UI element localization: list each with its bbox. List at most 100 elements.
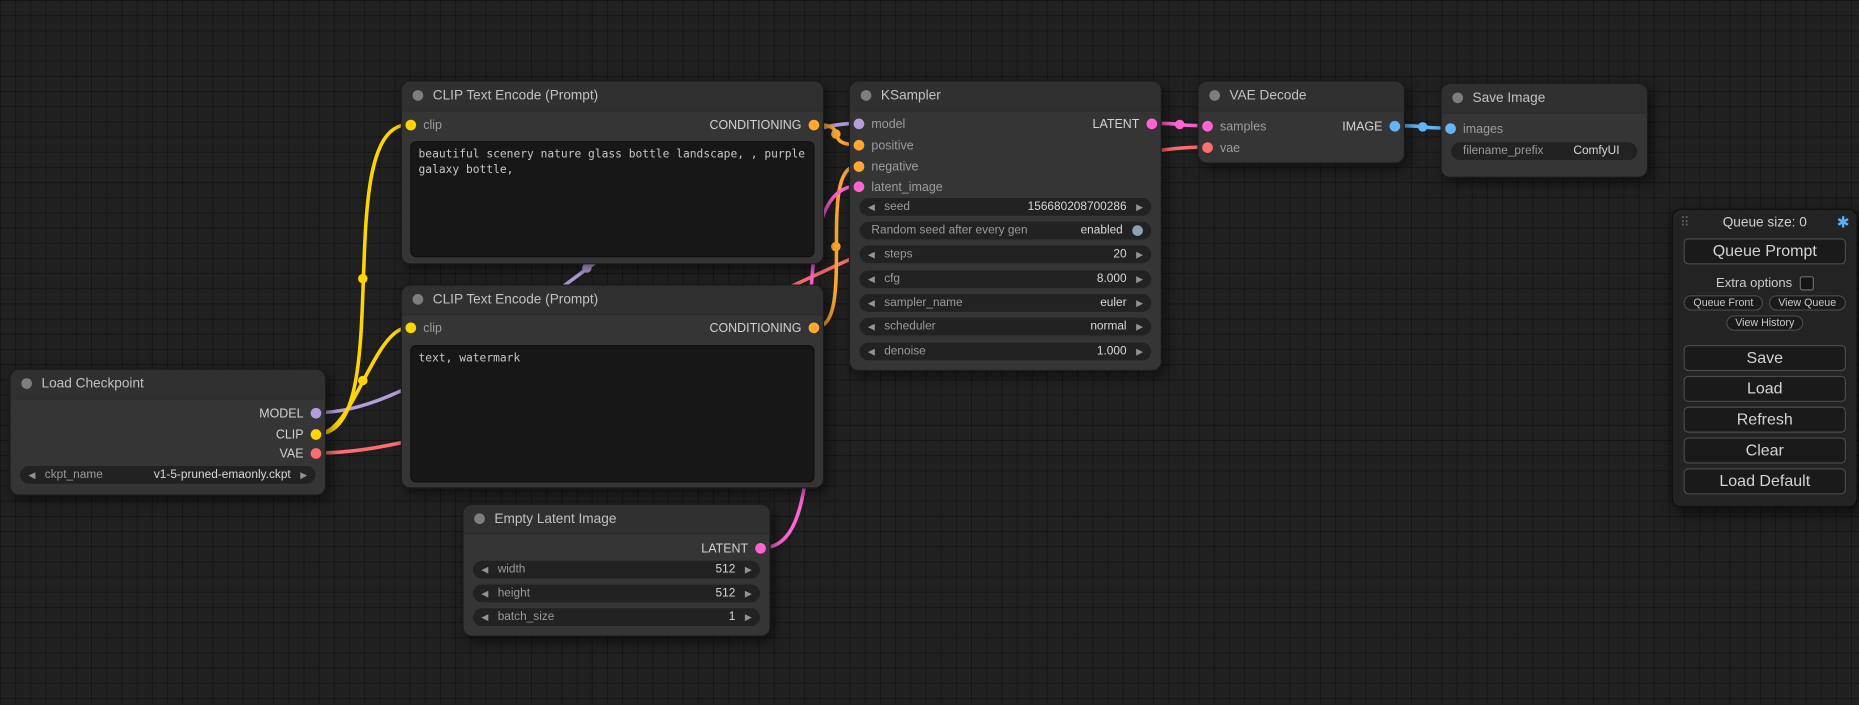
load-button[interactable]: Load: [1684, 376, 1846, 402]
output-port[interactable]: [311, 408, 322, 419]
output-port[interactable]: [809, 120, 820, 131]
widget-decrement-icon[interactable]: ◀: [481, 561, 488, 579]
widget-increment-icon[interactable]: ▶: [745, 608, 752, 626]
node-clip-text-encode-positive[interactable]: CLIP Text Encode (Prompt) clip CONDITION…: [401, 81, 824, 265]
widget-increment-icon[interactable]: ▶: [1136, 318, 1143, 336]
prompt-textarea[interactable]: beautiful scenery nature glass bottle la…: [410, 141, 814, 257]
input-slot-vae[interactable]: vae: [1199, 139, 1404, 158]
widget-cfg[interactable]: ◀ cfg 8.000 ▶: [860, 270, 1152, 288]
widget-batch-size[interactable]: ◀ batch_size 1 ▶: [473, 608, 760, 626]
widget-filename-prefix[interactable]: filename_prefix ComfyUI: [1451, 142, 1637, 160]
input-slot-latent-image[interactable]: latent_image: [850, 178, 1161, 197]
node-graph-canvas[interactable]: Load Checkpoint MODEL CLIP VAE ◀ ckpt_na…: [0, 0, 1859, 705]
widget-sampler-name[interactable]: ◀ sampler_name euler ▶: [860, 294, 1152, 312]
widget-steps[interactable]: ◀ steps 20 ▶: [860, 245, 1152, 263]
drag-handle-icon[interactable]: ⠿: [1680, 210, 1690, 236]
node-title-bar[interactable]: Load Checkpoint: [11, 370, 325, 400]
output-port[interactable]: [755, 543, 766, 554]
node-title-bar[interactable]: CLIP Text Encode (Prompt): [402, 82, 823, 112]
output-slot-latent[interactable]: LATENT: [850, 115, 1161, 134]
refresh-button[interactable]: Refresh: [1684, 407, 1846, 433]
widget-increment-icon[interactable]: ▶: [1136, 343, 1143, 361]
node-title-bar[interactable]: CLIP Text Encode (Prompt): [402, 286, 823, 316]
output-slot-vae[interactable]: VAE: [11, 445, 325, 464]
widget-denoise[interactable]: ◀ denoise 1.000 ▶: [860, 343, 1152, 361]
input-port[interactable]: [854, 161, 865, 172]
save-button[interactable]: Save: [1684, 345, 1846, 371]
output-port[interactable]: [311, 429, 322, 440]
view-queue-button[interactable]: View Queue: [1769, 295, 1846, 310]
widget-decrement-icon[interactable]: ◀: [28, 466, 35, 484]
widget-increment-icon[interactable]: ▶: [1136, 294, 1143, 312]
slot-label: vae: [1220, 141, 1240, 155]
collapse-dot-icon[interactable]: [1209, 90, 1220, 101]
output-slot-latent[interactable]: LATENT: [464, 539, 770, 558]
load-default-button[interactable]: Load Default: [1684, 468, 1846, 494]
input-port[interactable]: [854, 181, 865, 192]
node-title-bar[interactable]: VAE Decode: [1199, 82, 1404, 112]
output-slot-model[interactable]: MODEL: [11, 404, 325, 423]
node-load-checkpoint[interactable]: Load Checkpoint MODEL CLIP VAE ◀ ckpt_na…: [9, 369, 326, 496]
output-port[interactable]: [1390, 121, 1401, 132]
input-slot-negative[interactable]: negative: [850, 158, 1161, 177]
queue-prompt-button[interactable]: Queue Prompt: [1684, 238, 1846, 264]
settings-gear-icon[interactable]: ✱: [1837, 210, 1850, 236]
clear-button[interactable]: Clear: [1684, 437, 1846, 463]
widget-increment-icon[interactable]: ▶: [1136, 198, 1143, 216]
widget-decrement-icon[interactable]: ◀: [868, 245, 875, 263]
widget-ckpt-name[interactable]: ◀ ckpt_name v1-5-pruned-emaonly.ckpt ▶: [20, 466, 315, 484]
output-slot-conditioning[interactable]: CONDITIONING: [402, 319, 823, 338]
output-slot-clip[interactable]: CLIP: [11, 426, 325, 445]
widget-increment-icon[interactable]: ▶: [1136, 270, 1143, 288]
widget-height[interactable]: ◀ height 512 ▶: [473, 585, 760, 603]
toggle-knob-icon[interactable]: [1132, 225, 1143, 236]
prompt-textarea[interactable]: text, watermark: [410, 345, 814, 483]
node-clip-text-encode-negative[interactable]: CLIP Text Encode (Prompt) clip CONDITION…: [401, 285, 824, 489]
node-title-bar[interactable]: Save Image: [1442, 84, 1647, 114]
output-port[interactable]: [809, 322, 820, 333]
widget-decrement-icon[interactable]: ◀: [868, 198, 875, 216]
input-port[interactable]: [1202, 142, 1213, 153]
node-ksampler[interactable]: KSampler model positive negative latent_…: [849, 81, 1162, 371]
widget-increment-icon[interactable]: ▶: [300, 466, 307, 484]
collapse-dot-icon[interactable]: [413, 90, 424, 101]
node-title-bar[interactable]: Empty Latent Image: [464, 505, 770, 535]
collapse-dot-icon[interactable]: [861, 90, 872, 101]
widget-increment-icon[interactable]: ▶: [745, 561, 752, 579]
view-history-button[interactable]: View History: [1726, 315, 1804, 330]
widget-decrement-icon[interactable]: ◀: [868, 270, 875, 288]
queue-front-button[interactable]: Queue Front: [1684, 295, 1763, 310]
history-row: View History: [1673, 315, 1857, 330]
widget-increment-icon[interactable]: ▶: [745, 585, 752, 603]
widget-seed[interactable]: ◀ seed 156680208700286 ▶: [860, 198, 1152, 216]
widget-value: 512: [716, 587, 736, 600]
extra-options-checkbox[interactable]: [1799, 276, 1813, 290]
input-port[interactable]: [854, 140, 865, 151]
widget-random-seed-toggle[interactable]: Random seed after every gen enabled: [860, 222, 1152, 240]
collapse-dot-icon[interactable]: [1452, 92, 1463, 103]
output-slot-conditioning[interactable]: CONDITIONING: [402, 116, 823, 135]
slot-label: LATENT: [701, 542, 748, 556]
widget-value: 20: [1113, 248, 1126, 261]
node-save-image[interactable]: Save Image images filename_prefix ComfyU…: [1441, 83, 1648, 178]
collapse-dot-icon[interactable]: [21, 378, 32, 389]
widget-decrement-icon[interactable]: ◀: [868, 318, 875, 336]
node-vae-decode[interactable]: VAE Decode samples vae IMAGE: [1197, 81, 1404, 164]
output-port[interactable]: [1146, 119, 1157, 130]
widget-scheduler[interactable]: ◀ scheduler normal ▶: [860, 318, 1152, 336]
collapse-dot-icon[interactable]: [474, 513, 485, 524]
widget-decrement-icon[interactable]: ◀: [868, 343, 875, 361]
input-slot-images[interactable]: images: [1442, 120, 1647, 139]
output-slot-image[interactable]: IMAGE: [1199, 117, 1404, 136]
input-slot-positive[interactable]: positive: [850, 136, 1161, 155]
node-empty-latent-image[interactable]: Empty Latent Image LATENT ◀ width 512 ▶ …: [462, 504, 770, 637]
output-port[interactable]: [311, 448, 322, 459]
node-title-bar[interactable]: KSampler: [850, 82, 1161, 112]
collapse-dot-icon[interactable]: [413, 294, 424, 305]
widget-decrement-icon[interactable]: ◀: [868, 294, 875, 312]
widget-decrement-icon[interactable]: ◀: [481, 585, 488, 603]
input-port[interactable]: [1445, 123, 1456, 134]
widget-width[interactable]: ◀ width 512 ▶: [473, 561, 760, 579]
widget-increment-icon[interactable]: ▶: [1136, 245, 1143, 263]
widget-decrement-icon[interactable]: ◀: [481, 608, 488, 626]
